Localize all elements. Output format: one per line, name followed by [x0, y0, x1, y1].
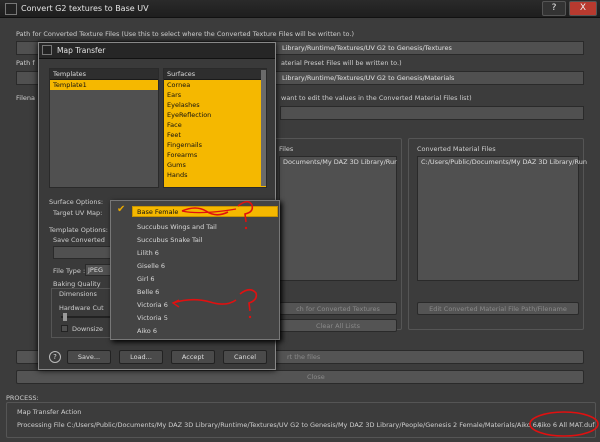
annotation-question-dot: [248, 315, 252, 319]
annotation-question-dot: [244, 226, 248, 230]
annotation-question-mark: [239, 288, 258, 312]
annotation-circle: [529, 411, 599, 437]
annotation-arrowhead: [171, 299, 180, 308]
annotation-overlay: [171, 200, 599, 437]
annotation-question-mark: [237, 200, 254, 223]
annotation-arrow: [172, 298, 237, 305]
